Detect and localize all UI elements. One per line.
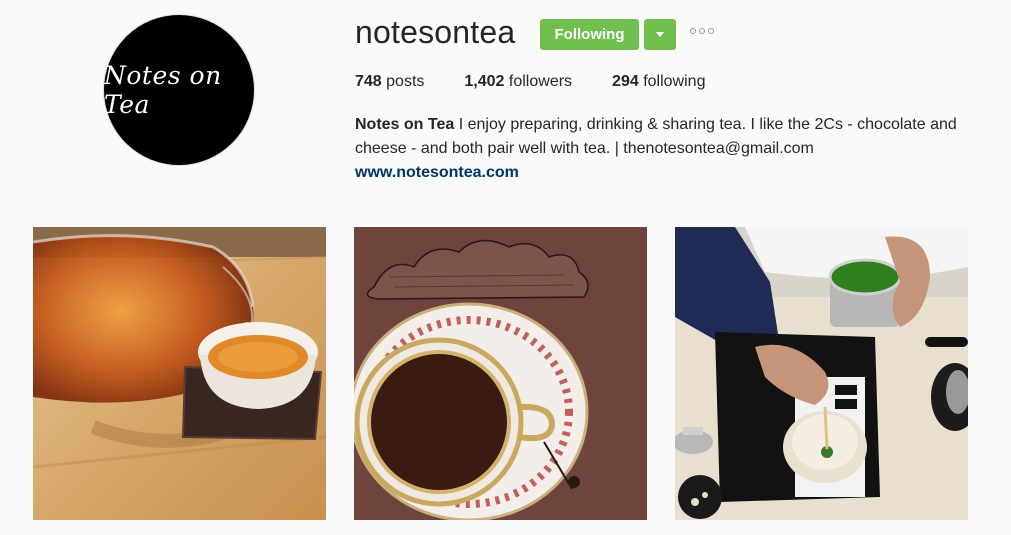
post-thumbnail-matcha[interactable] (675, 227, 968, 520)
teacup-image (354, 227, 647, 520)
avatar-logo-text: Notes on Tea (104, 61, 222, 119)
posts-count: 748 (355, 73, 382, 90)
caret-down-icon (656, 32, 664, 37)
bio-website-link[interactable]: www.notesontea.com (355, 161, 975, 185)
profile-page: Notes on Tea notesontea Following 748 po… (0, 0, 1011, 535)
profile-avatar[interactable]: Notes on Tea (103, 14, 255, 166)
bio-name: Notes on Tea (355, 116, 455, 133)
post-thumbnail-teacup[interactable] (354, 227, 647, 520)
followers-count: 1,402 (464, 73, 505, 90)
followers-label: followers (508, 73, 573, 90)
more-options-button[interactable] (690, 28, 714, 34)
following-label: following (643, 73, 706, 90)
profile-username: notesontea (355, 14, 516, 50)
following-button[interactable]: Following (540, 19, 639, 50)
followers-stat[interactable]: 1,402 followers (464, 73, 572, 91)
posts-label: posts (386, 73, 425, 90)
tea-pour-image (33, 227, 326, 520)
ellipsis-icon (708, 28, 714, 34)
profile-bio: Notes on Tea I enjoy preparing, drinking… (355, 113, 975, 185)
ellipsis-icon (699, 28, 705, 34)
profile-stats: 748 posts 1,402 followers 294 following (355, 73, 745, 91)
following-count: 294 (612, 73, 639, 90)
follow-dropdown-button[interactable] (644, 19, 676, 50)
following-stat[interactable]: 294 following (612, 73, 705, 91)
matcha-image (675, 227, 968, 520)
ellipsis-icon (690, 28, 696, 34)
posts-stat: 748 posts (355, 73, 424, 91)
post-thumbnail-tea-pour[interactable] (33, 227, 326, 520)
